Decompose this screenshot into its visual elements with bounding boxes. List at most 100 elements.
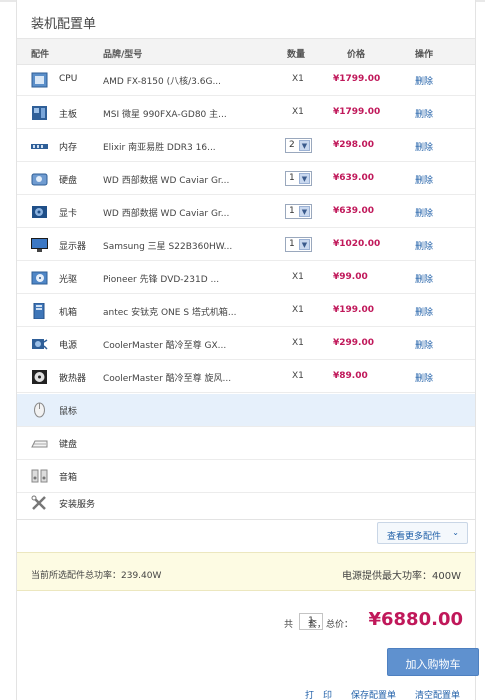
delete-link[interactable]: 删除 bbox=[415, 140, 433, 153]
row-category: 内存 bbox=[59, 143, 78, 153]
total-prefix: 共 bbox=[283, 620, 293, 630]
delete-link[interactable]: 删除 bbox=[415, 206, 433, 219]
order-total: 共 1 套，总价： ¥6880.00 bbox=[163, 607, 463, 633]
table-row: 机箱 antec 安钛克 ONE S 塔式机箱... X1 ¥199.00 删除 bbox=[17, 295, 475, 327]
delete-link[interactable]: 删除 bbox=[415, 272, 433, 285]
row-product-link[interactable]: Samsung 三星 S22B360HW... bbox=[103, 239, 251, 252]
row-category: 机箱 bbox=[59, 308, 78, 318]
quantity-value: 1 bbox=[289, 173, 295, 183]
row-product-link[interactable]: CoolerMaster 酷冷至尊 旋风... bbox=[103, 371, 251, 384]
header-qty: 数量 bbox=[287, 50, 306, 60]
row-product-link[interactable]: MSI 微星 990FXA-GD80 主... bbox=[103, 107, 251, 120]
row-qty: X1 bbox=[292, 305, 304, 315]
row-price: ¥299.00 bbox=[333, 338, 374, 348]
row-product-link[interactable]: antec 安钛克 ONE S 塔式机箱... bbox=[103, 305, 251, 318]
quantity-value: 1 bbox=[289, 239, 295, 249]
add-to-cart-button[interactable]: 加入购物车 bbox=[387, 648, 479, 676]
delete-link[interactable]: 删除 bbox=[415, 371, 433, 384]
max-power-text: 电源提供最大功率：400W bbox=[342, 571, 461, 582]
row-price: ¥639.00 bbox=[333, 206, 374, 216]
row-price: ¥639.00 bbox=[333, 173, 374, 183]
mouse-icon bbox=[31, 402, 48, 418]
row-category: 电源 bbox=[59, 341, 78, 351]
row-price: ¥99.00 bbox=[333, 272, 368, 282]
row-price: ¥199.00 bbox=[333, 305, 374, 315]
optical-drive-icon bbox=[31, 270, 48, 286]
table-row: CPU AMD FX-8150 (八核/3.6G... X1 ¥1799.00 … bbox=[17, 64, 475, 96]
motherboard-icon bbox=[31, 105, 48, 121]
delete-link[interactable]: 删除 bbox=[415, 305, 433, 318]
list-item[interactable]: 键盘 bbox=[17, 427, 475, 460]
row-category: 主板 bbox=[59, 110, 78, 120]
row-price: ¥1799.00 bbox=[333, 107, 381, 117]
row-price: ¥89.00 bbox=[333, 371, 368, 381]
delete-link[interactable]: 删除 bbox=[415, 173, 433, 186]
row-category: 键盘 bbox=[59, 440, 78, 450]
current-power-text: 当前所选配件总功率：239.40W bbox=[31, 571, 162, 581]
delete-link[interactable]: 删除 bbox=[415, 338, 433, 351]
row-qty: X1 bbox=[292, 74, 304, 84]
tools-icon bbox=[31, 495, 48, 511]
header-op: 操作 bbox=[415, 50, 434, 60]
table-row: 显卡 WD 西部数据 WD Caviar Gr... 1 ▼ ¥639.00 删除 bbox=[17, 196, 475, 228]
row-product-link[interactable]: Pioneer 先锋 DVD-231D ... bbox=[103, 272, 251, 285]
list-item[interactable]: 安装服务 bbox=[17, 487, 475, 520]
speaker-icon bbox=[31, 468, 48, 484]
save-config-link[interactable]: 保存配置单 bbox=[351, 688, 396, 700]
quantity-select[interactable]: 2 ▼ bbox=[285, 138, 312, 153]
page-title: 装机配置单 bbox=[31, 17, 97, 32]
total-label: 套，总价： bbox=[307, 620, 353, 630]
harddisk-icon bbox=[31, 171, 48, 187]
case-icon bbox=[31, 303, 48, 319]
row-price: ¥1799.00 bbox=[333, 74, 381, 84]
view-more-button[interactable]: 查看更多配件 ⌄ bbox=[377, 522, 468, 544]
delete-link[interactable]: 删除 bbox=[415, 239, 433, 252]
print-link[interactable]: 打 印 bbox=[305, 688, 332, 700]
chevron-down-icon: ⌄ bbox=[452, 528, 459, 537]
table-row: 内存 Elixir 南亚易胜 DDR3 16... 2 ▼ ¥298.00 删除 bbox=[17, 130, 475, 162]
cooler-icon bbox=[31, 369, 48, 385]
row-price: ¥298.00 bbox=[333, 140, 374, 150]
chevron-down-icon: ▼ bbox=[299, 239, 310, 250]
delete-link[interactable]: 删除 bbox=[415, 74, 433, 87]
table-header: 配件 品牌/型号 数量 价格 操作 bbox=[17, 38, 475, 65]
quantity-value: 2 bbox=[289, 140, 295, 150]
row-category: 显卡 bbox=[59, 209, 78, 219]
table-row: 光驱 Pioneer 先锋 DVD-231D ... X1 ¥99.00 删除 bbox=[17, 262, 475, 294]
row-category: 光驱 bbox=[59, 275, 78, 285]
header-part: 配件 bbox=[31, 50, 50, 60]
table-row: 显示器 Samsung 三星 S22B360HW... 1 ▼ ¥1020.00 … bbox=[17, 229, 475, 261]
quantity-select[interactable]: 1 ▼ bbox=[285, 237, 312, 252]
row-price: ¥1020.00 bbox=[333, 239, 381, 249]
row-product-link[interactable]: Elixir 南亚易胜 DDR3 16... bbox=[103, 140, 251, 153]
row-category: 安装服务 bbox=[59, 500, 96, 510]
row-qty: X1 bbox=[292, 371, 304, 381]
row-product-link[interactable]: WD 西部数据 WD Caviar Gr... bbox=[103, 173, 251, 186]
row-category: 鼠标 bbox=[59, 407, 78, 417]
table-row: 电源 CoolerMaster 酷冷至尊 GX... X1 ¥299.00 删除 bbox=[17, 328, 475, 360]
view-more-label: 查看更多配件 bbox=[387, 532, 442, 542]
header-brand: 品牌/型号 bbox=[103, 50, 143, 60]
header-price: 价格 bbox=[347, 50, 366, 60]
delete-link[interactable]: 删除 bbox=[415, 107, 433, 120]
row-category: 硬盘 bbox=[59, 176, 78, 186]
row-product-link[interactable]: AMD FX-8150 (八核/3.6G... bbox=[103, 74, 251, 87]
memory-icon bbox=[31, 138, 48, 154]
row-qty: X1 bbox=[292, 338, 304, 348]
quantity-select[interactable]: 1 ▼ bbox=[285, 204, 312, 219]
keyboard-icon bbox=[31, 435, 48, 451]
chevron-down-icon: ▼ bbox=[299, 140, 310, 151]
clear-config-link[interactable]: 清空配置单 bbox=[415, 688, 460, 700]
row-product-link[interactable]: WD 西部数据 WD Caviar Gr... bbox=[103, 206, 251, 219]
row-product-link[interactable]: CoolerMaster 酷冷至尊 GX... bbox=[103, 338, 251, 351]
total-price: ¥6880.00 bbox=[368, 609, 463, 630]
row-qty: X1 bbox=[292, 107, 304, 117]
table-row: 散热器 CoolerMaster 酷冷至尊 旋风... X1 ¥89.00 删除 bbox=[17, 361, 475, 393]
chevron-down-icon: ▼ bbox=[299, 173, 310, 184]
quantity-select[interactable]: 1 ▼ bbox=[285, 171, 312, 186]
monitor-icon bbox=[31, 237, 48, 253]
list-item[interactable]: 鼠标 bbox=[17, 394, 475, 427]
power-summary-bar: 当前所选配件总功率：239.40W 电源提供最大功率：400W bbox=[17, 552, 475, 591]
config-panel: 装机配置单 配件 品牌/型号 数量 价格 操作 CPU AMD FX-8150 … bbox=[16, 0, 479, 700]
row-category: CPU bbox=[59, 74, 78, 84]
